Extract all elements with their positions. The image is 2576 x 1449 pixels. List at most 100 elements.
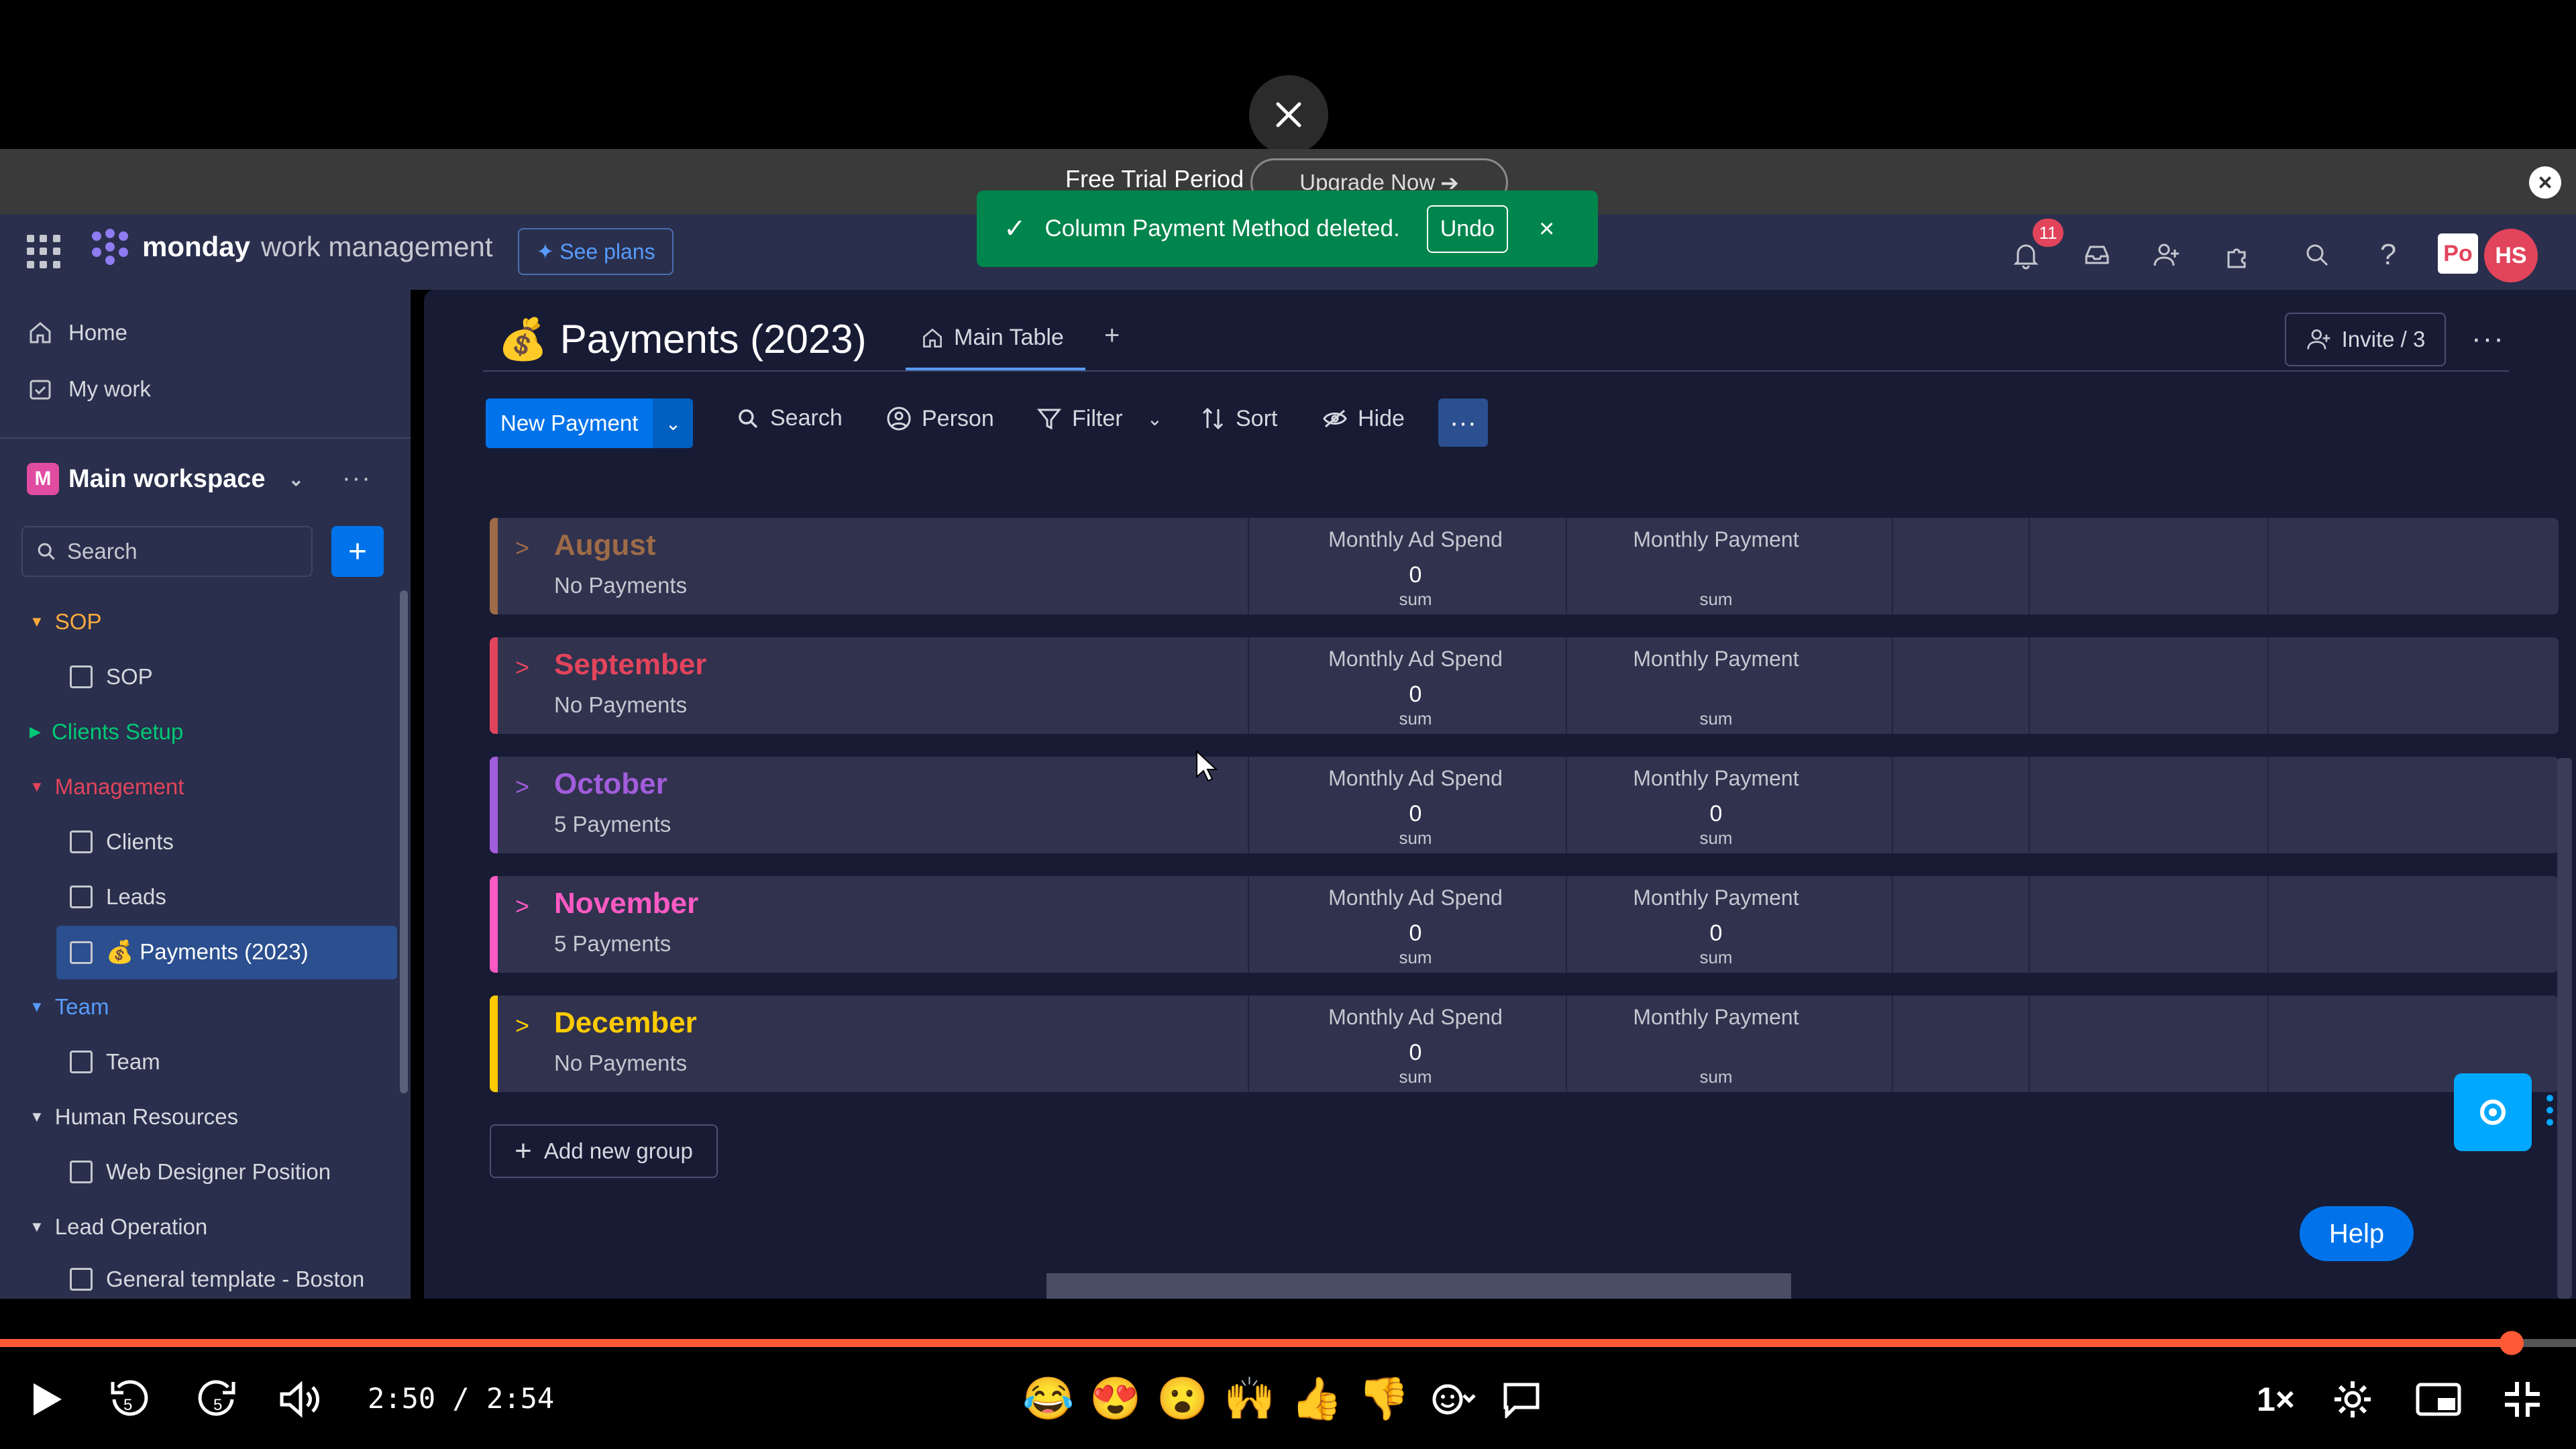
- group-item-count: No Payments: [554, 573, 688, 598]
- search-icon[interactable]: [2297, 235, 2337, 275]
- horizontal-scrollbar[interactable]: [1046, 1273, 1791, 1299]
- chevron-down-icon[interactable]: ⌄: [653, 398, 694, 448]
- po-extension-icon[interactable]: Po: [2438, 233, 2478, 274]
- sort-tool[interactable]: Sort: [1199, 405, 1277, 432]
- hide-tool[interactable]: Hide: [1322, 405, 1405, 432]
- search-icon: [739, 409, 758, 428]
- group-december[interactable]: > December No Payments Monthly Ad Spend 0 sum…: [490, 996, 2559, 1092]
- new-payment-button[interactable]: New Payment ⌄: [486, 398, 694, 448]
- invite-button[interactable]: Invite / 3: [2285, 313, 2446, 366]
- sidebar-board-payments[interactable]: 💰 Payments (2023): [70, 939, 309, 965]
- group-title[interactable]: November: [554, 887, 698, 920]
- integrations-icon[interactable]: [2218, 235, 2258, 275]
- notifications-count-badge: 11: [2033, 219, 2063, 247]
- close-icon: [1276, 102, 1301, 127]
- sidebar-folder-human-resources[interactable]: ▼ Human Resources: [30, 1104, 238, 1130]
- settings-gear-icon[interactable]: [2332, 1377, 2373, 1422]
- inbox-icon[interactable]: [2077, 235, 2117, 275]
- group-title[interactable]: October: [554, 767, 667, 801]
- workspace-badge: M: [27, 463, 59, 495]
- see-plans-button[interactable]: ✦ See plans: [518, 228, 674, 275]
- workspace-more-icon[interactable]: ···: [342, 464, 372, 493]
- playback-speed-button[interactable]: 1×: [2257, 1377, 2295, 1422]
- sidebar-folder-team[interactable]: ▼ Team: [30, 994, 109, 1020]
- group-september[interactable]: > September No Payments Monthly Ad Spend 0 su…: [490, 637, 2559, 734]
- chevron-right-icon[interactable]: >: [515, 892, 529, 920]
- help-button[interactable]: Help: [2300, 1206, 2414, 1261]
- add-view-button[interactable]: +: [1104, 321, 1120, 351]
- forward-5-icon[interactable]: 5: [196, 1377, 239, 1422]
- picture-in-picture-icon[interactable]: [2415, 1377, 2462, 1422]
- sidebar-board-sop[interactable]: SOP: [70, 664, 153, 690]
- add-board-button[interactable]: +: [331, 526, 384, 577]
- sidebar-board-clients[interactable]: Clients: [70, 829, 174, 855]
- search-placeholder: Search: [67, 539, 138, 564]
- reaction-laugh-icon[interactable]: 😂: [1022, 1375, 1074, 1422]
- search-tool[interactable]: Search: [735, 405, 843, 431]
- folder-label: SOP: [54, 609, 102, 634]
- reaction-raised-hands-icon[interactable]: 🙌: [1224, 1375, 1275, 1422]
- add-new-group-button[interactable]: + Add new group: [490, 1124, 718, 1178]
- toolbar-more-icon[interactable]: ···: [1438, 398, 1488, 447]
- workspace-selector[interactable]: M Main workspace ⌄: [27, 463, 304, 495]
- chevron-right-icon[interactable]: >: [515, 653, 529, 682]
- column-divider: [1566, 757, 1567, 853]
- progress-played[interactable]: [0, 1339, 2512, 1347]
- comment-icon[interactable]: [1501, 1377, 1542, 1422]
- chevron-right-icon[interactable]: >: [515, 1012, 529, 1040]
- drag-handle-icon[interactable]: [2546, 1095, 2553, 1126]
- chevron-right-icon[interactable]: >: [515, 773, 529, 801]
- column-header-monthly-payment: Monthly Payment: [1633, 1005, 1799, 1029]
- banner-close-button[interactable]: ×: [2529, 166, 2561, 199]
- person-filter-tool[interactable]: Person: [885, 405, 994, 432]
- play-icon[interactable]: [30, 1377, 64, 1422]
- sidebar-board-leads[interactable]: Leads: [70, 884, 166, 910]
- undo-button[interactable]: Undo: [1426, 205, 1508, 253]
- filter-tool[interactable]: Filter ⌄: [1036, 405, 1163, 432]
- group-title[interactable]: August: [554, 529, 656, 562]
- vertical-scrollbar[interactable]: [2557, 758, 2572, 1299]
- board-title[interactable]: 💰 Payments (2023): [498, 315, 867, 363]
- add-reaction-icon[interactable]: [1430, 1377, 1477, 1422]
- sidebar-board-team[interactable]: Team: [70, 1049, 160, 1075]
- progress-knob[interactable]: [2500, 1331, 2524, 1355]
- sidebar-folder-management[interactable]: ▼ Management: [30, 774, 184, 800]
- reaction-thumbs-down-icon[interactable]: 👎: [1358, 1375, 1409, 1422]
- column-divider: [1248, 518, 1249, 614]
- group-title[interactable]: December: [554, 1006, 697, 1040]
- avatar[interactable]: HS: [2482, 227, 2540, 284]
- record-widget-button[interactable]: [2454, 1073, 2532, 1151]
- sidebar-item-my-work[interactable]: My work: [27, 376, 151, 402]
- reaction-heart-eyes-icon[interactable]: 😍: [1089, 1375, 1141, 1422]
- sidebar-item-home[interactable]: Home: [27, 319, 127, 346]
- group-october[interactable]: > October 5 Payments Monthly Ad Spend 0 sum Mo…: [490, 757, 2559, 853]
- group-august[interactable]: > August No Payments Monthly Ad Spend 0 sum Mo…: [490, 518, 2559, 614]
- reaction-surprised-icon[interactable]: 😮: [1157, 1375, 1208, 1422]
- group-november[interactable]: > November 5 Payments Monthly Ad Spend 0 sum M…: [490, 876, 2559, 973]
- close-video-button[interactable]: [1249, 75, 1328, 154]
- tab-label: Main Table: [954, 325, 1064, 350]
- group-item-count: 5 Payments: [554, 931, 672, 956]
- invite-member-icon[interactable]: [2147, 235, 2187, 275]
- sidebar-folder-clients-setup[interactable]: ▶ Clients Setup: [30, 719, 183, 745]
- chevron-down-icon[interactable]: ⌄: [1147, 408, 1163, 430]
- board-more-icon[interactable]: ···: [2471, 322, 2505, 356]
- group-title[interactable]: September: [554, 648, 706, 682]
- reaction-thumbs-up-icon[interactable]: 👍: [1291, 1375, 1342, 1422]
- apps-grid-icon[interactable]: [27, 235, 62, 270]
- volume-icon[interactable]: [278, 1377, 322, 1422]
- toast-close-icon[interactable]: ×: [1539, 214, 1554, 244]
- help-icon[interactable]: ?: [2368, 235, 2408, 275]
- sidebar-board-web-designer[interactable]: Web Designer Position: [70, 1159, 331, 1185]
- sidebar-board-general-template[interactable]: General template - Boston: [70, 1267, 364, 1292]
- sum-label: sum: [1399, 708, 1432, 729]
- rewind-5-icon[interactable]: 5: [107, 1377, 150, 1422]
- sidebar-search-input[interactable]: Search: [21, 526, 313, 577]
- exit-fullscreen-icon[interactable]: [2502, 1377, 2542, 1422]
- chevron-right-icon[interactable]: >: [515, 534, 529, 562]
- new-payment-label[interactable]: New Payment: [486, 398, 653, 448]
- sidebar-folder-lead-operation[interactable]: ▼ Lead Operation: [30, 1214, 207, 1240]
- sidebar-folder-sop[interactable]: ▼ SOP: [30, 609, 101, 635]
- tab-main-table[interactable]: Main Table: [920, 325, 1064, 351]
- sidebar-scrollbar[interactable]: [400, 590, 408, 1093]
